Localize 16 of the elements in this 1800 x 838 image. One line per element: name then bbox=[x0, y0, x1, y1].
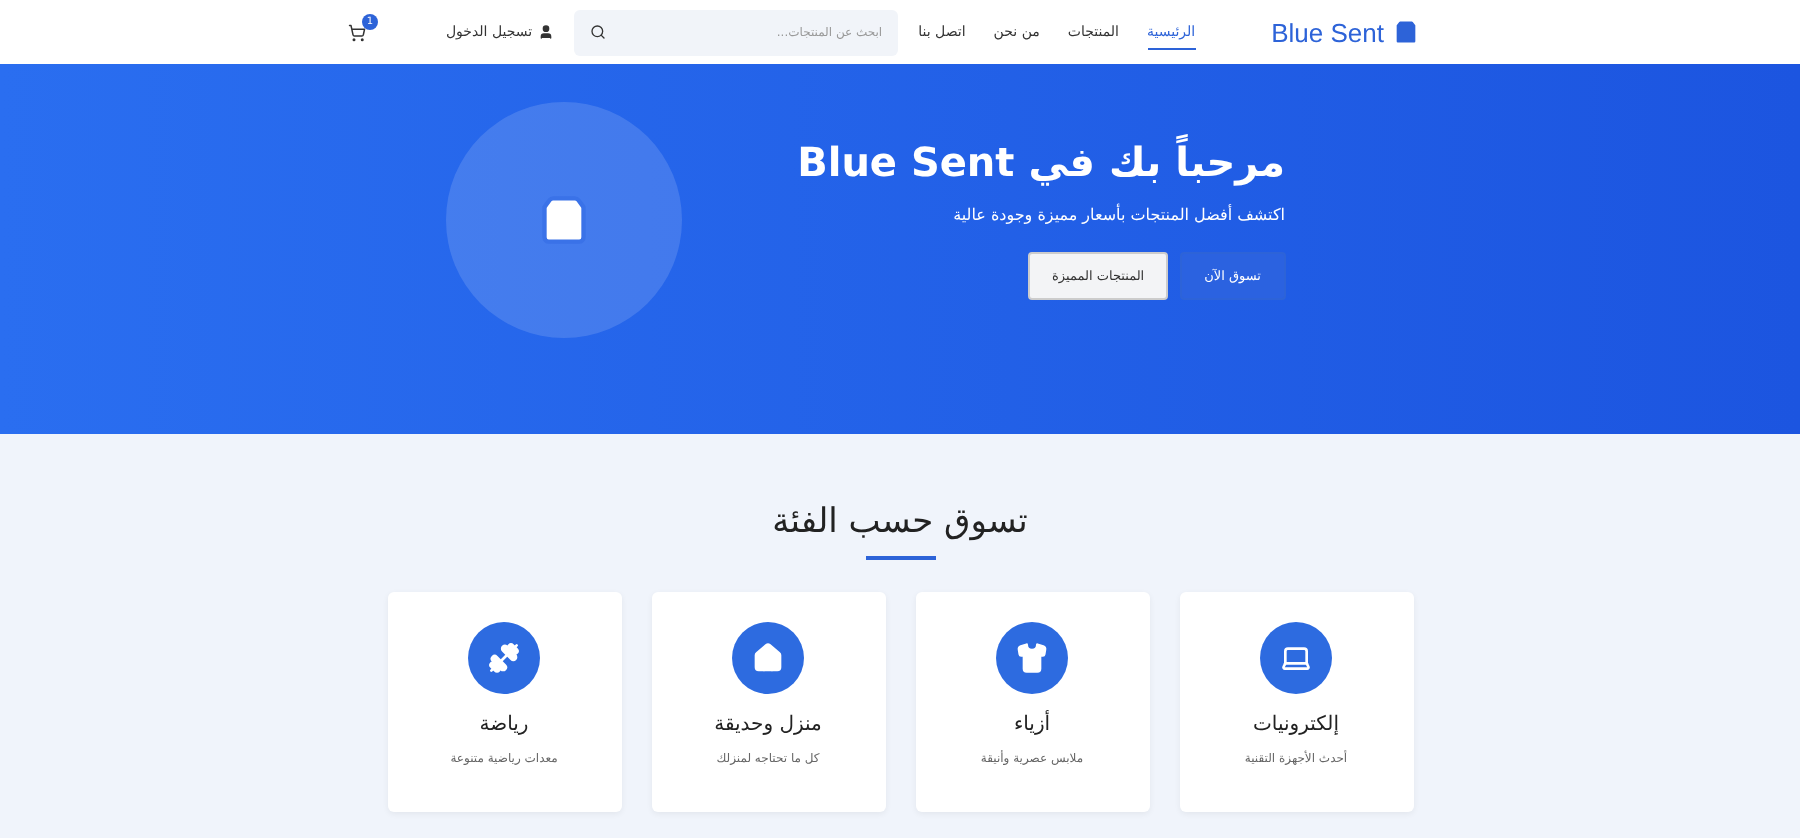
hero-title: مرحباً بك في Blue Sent bbox=[797, 138, 1285, 186]
dumbbell-icon bbox=[468, 622, 540, 694]
shirt-icon bbox=[996, 622, 1068, 694]
section-heading: تسوق حسب الفئة bbox=[772, 502, 1028, 542]
hero-subtitle: اكتشف أفضل المنتجات بأسعار مميزة وجودة عالية bbox=[951, 206, 1285, 224]
house-icon bbox=[732, 622, 804, 694]
brand-name: Blue Sent bbox=[1271, 17, 1384, 47]
category-title: رياضة bbox=[479, 714, 529, 736]
cart-icon[interactable] bbox=[347, 23, 366, 41]
laptop-icon bbox=[1260, 622, 1332, 694]
user-icon bbox=[538, 24, 555, 40]
category-title: إلكترونيات bbox=[1253, 714, 1339, 736]
search-icon bbox=[590, 23, 607, 39]
category-title: منزل وحديقة bbox=[714, 714, 822, 736]
brand-logo[interactable]: Blue Sent bbox=[1271, 17, 1420, 47]
category-title: أزياء bbox=[1013, 714, 1051, 736]
